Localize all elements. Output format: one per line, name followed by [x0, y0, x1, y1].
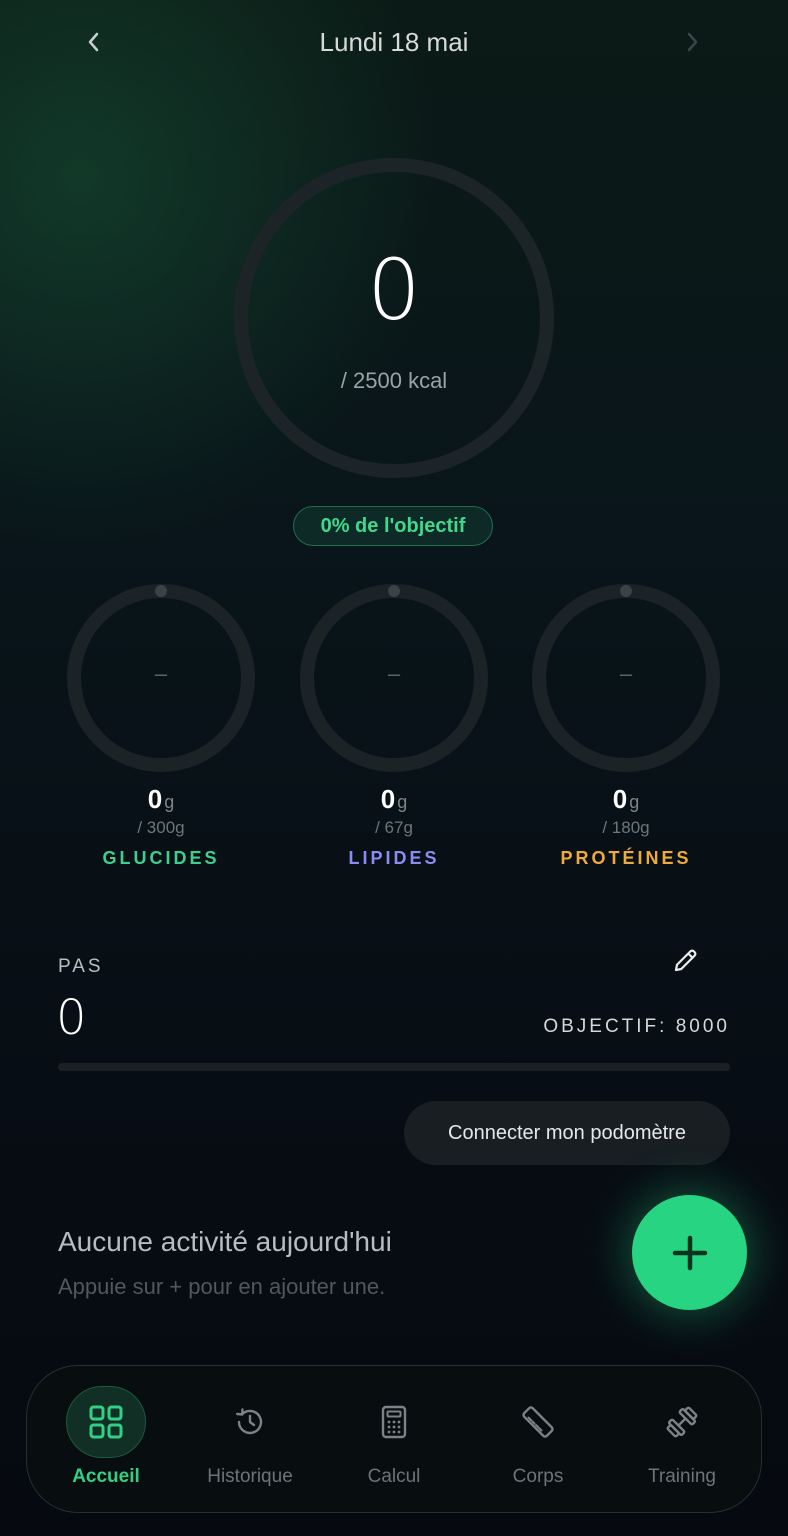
- macro-lipides: – 0g / 67g LIPIDES: [299, 583, 489, 869]
- nav-label-historique: Historique: [207, 1466, 293, 1487]
- nav-icon-historique: [210, 1386, 290, 1458]
- dumbbell-icon: [666, 1406, 698, 1438]
- next-day-button[interactable]: [672, 22, 712, 62]
- current-date: Lundi 18 mai: [319, 27, 469, 57]
- calories-consumed: 0: [367, 241, 421, 339]
- nav-icon-training: [642, 1386, 722, 1458]
- macro-proteines: – 0g / 180g PROTÉINES: [531, 583, 721, 869]
- nav-label-corps: Corps: [512, 1466, 564, 1487]
- lipides-amount: 0: [380, 784, 396, 814]
- proteines-unit: g: [629, 792, 640, 812]
- nav-icon-accueil: [66, 1386, 146, 1458]
- lipides-unit: g: [397, 792, 408, 812]
- glucides-value: 0g: [66, 785, 256, 816]
- activity-empty-subtitle: Appuie sur + pour en ajouter une.: [58, 1274, 386, 1299]
- glucides-goal: / 300g: [137, 818, 185, 837]
- plus-icon: [672, 1235, 707, 1270]
- nav-item-training[interactable]: Training: [618, 1386, 746, 1496]
- nav-icon-corps: [498, 1386, 578, 1458]
- proteines-amount: 0: [612, 784, 628, 814]
- nav-item-corps[interactable]: Corps: [474, 1386, 602, 1496]
- glucides-placeholder: –: [154, 661, 168, 686]
- proteines-value: 0g: [531, 785, 721, 816]
- steps-label: PAS: [58, 956, 104, 977]
- nav-item-historique[interactable]: Historique: [186, 1386, 314, 1496]
- edit-steps-goal-button[interactable]: [666, 940, 706, 980]
- lipides-goal: / 67g: [375, 818, 413, 837]
- lipides-label: LIPIDES: [348, 848, 440, 868]
- proteines-label: PROTÉINES: [560, 848, 692, 868]
- pencil-icon: [674, 949, 697, 972]
- lipides-placeholder: –: [387, 661, 401, 686]
- activity-empty-title: Aucune activité aujourd'hui: [58, 1226, 392, 1257]
- nav-label-training: Training: [648, 1466, 716, 1487]
- grid-icon: [89, 1405, 123, 1439]
- glucides-amount: 0: [147, 784, 163, 814]
- ruler-icon: [522, 1406, 554, 1438]
- nav-label-accueil: Accueil: [72, 1466, 140, 1487]
- proteines-goal: / 180g: [602, 818, 650, 837]
- lipides-value: 0g: [299, 785, 489, 816]
- nav-label-calcul: Calcul: [367, 1466, 421, 1487]
- steps-value: 0: [56, 990, 87, 1046]
- steps-goal: OBJECTIF: 8000: [543, 1016, 730, 1037]
- nav-item-calcul[interactable]: Calcul: [330, 1386, 458, 1496]
- goal-percentage-badge: 0% de l'objectif: [293, 506, 493, 546]
- proteines-placeholder: –: [619, 661, 633, 686]
- calculator-icon: [381, 1405, 407, 1439]
- steps-progress-bar: [58, 1063, 730, 1071]
- glucides-label: GLUCIDES: [102, 848, 220, 868]
- nav-icon-calcul: [354, 1386, 434, 1458]
- macro-glucides: – 0g / 300g GLUCIDES: [66, 583, 256, 869]
- add-activity-button[interactable]: [632, 1195, 747, 1310]
- chevron-right-icon: [687, 32, 698, 52]
- calories-goal: / 2500 kcal: [340, 368, 448, 393]
- connect-pedometer-button[interactable]: Connecter mon podomètre: [404, 1101, 730, 1165]
- nav-item-accueil[interactable]: Accueil: [42, 1386, 170, 1496]
- glucides-unit: g: [164, 792, 175, 812]
- history-icon: [236, 1408, 263, 1435]
